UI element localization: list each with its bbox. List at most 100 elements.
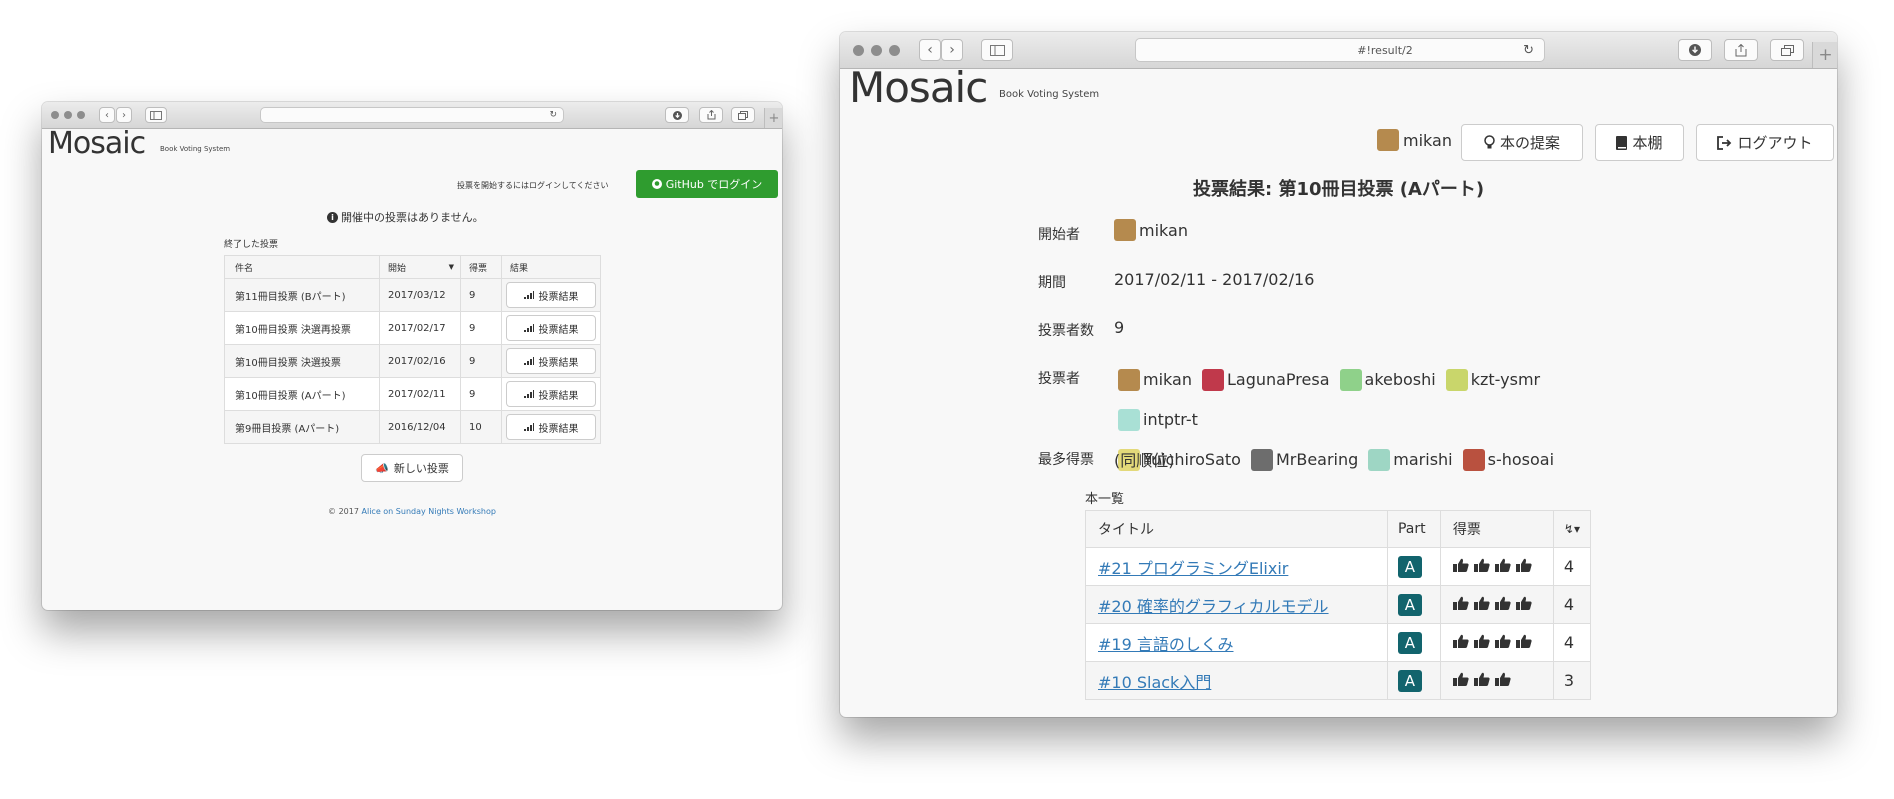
voter-name: mikan (1143, 370, 1192, 389)
thumbs-up-icon (1473, 595, 1490, 614)
finished-label: 終了した投票 (224, 240, 279, 250)
col-header-votes[interactable]: 得票 (460, 255, 502, 279)
voters-label: 投票者 (1038, 371, 1080, 387)
voter-item[interactable]: kzt-ysmr (1445, 363, 1540, 397)
back-icon[interactable]: ‹ (919, 39, 941, 61)
current-user[interactable]: mikan (1377, 129, 1452, 151)
book-icon (1616, 135, 1628, 150)
thumbs-up-icon (1515, 633, 1532, 652)
book-title-link[interactable]: #21 プログラミングElixir (1098, 559, 1288, 578)
thumbs-up-icon (1452, 671, 1469, 690)
lightbulb-icon (1484, 135, 1495, 149)
close-light-icon[interactable] (51, 111, 59, 119)
new-tab-icon[interactable]: + (1812, 42, 1837, 68)
voter-item[interactable]: akeboshi (1339, 363, 1436, 397)
forward-icon[interactable]: › (941, 39, 963, 61)
close-light-icon[interactable] (853, 45, 864, 56)
share-icon[interactable] (1724, 39, 1758, 61)
propose-book-button[interactable]: 本の提案 (1461, 124, 1583, 161)
sidebar-icon[interactable] (145, 107, 167, 123)
megaphone-icon: 📣 (375, 461, 389, 475)
app-logo[interactable]: Mosaic (48, 126, 146, 161)
voter-item[interactable]: mikan (1118, 363, 1192, 397)
voter-name: intptr-t (1143, 410, 1198, 429)
voter-avatar (1118, 369, 1140, 391)
vote-count: 9 (460, 278, 502, 312)
zoom-light-icon[interactable] (889, 45, 900, 56)
voter-item[interactable]: intptr-t (1118, 403, 1198, 437)
new-tab-icon[interactable]: + (764, 108, 782, 128)
voter-avatar (1462, 449, 1485, 471)
forward-icon[interactable]: › (116, 107, 132, 123)
result-button[interactable]: 投票結果 (506, 348, 596, 374)
sidebar-icon[interactable] (981, 39, 1013, 61)
col-header-start[interactable]: 開始 ▼ (379, 255, 461, 279)
vote-name: 第10冊目投票 (Aパート) (224, 377, 380, 411)
voter-name: akeboshi (1364, 370, 1436, 389)
top-value: (同順位) (1114, 451, 1175, 470)
top-label: 最多得票 (1038, 452, 1094, 468)
new-vote-button[interactable]: 📣 新しい投票 (361, 454, 463, 482)
back-icon[interactable]: ‹ (99, 107, 115, 123)
vote-count: 9 (460, 311, 502, 345)
logout-button[interactable]: ログアウト (1696, 124, 1834, 161)
part-badge: A (1397, 593, 1422, 616)
result-button[interactable]: 投票結果 (506, 315, 596, 341)
url-text: #!result/2 (1357, 43, 1413, 57)
bookshelf-button[interactable]: 本棚 (1595, 124, 1684, 161)
voter-item[interactable]: MrBearing (1250, 443, 1359, 477)
address-bar[interactable]: #!result/2 ↻ (1135, 38, 1545, 62)
col-header-title[interactable]: タイトル (1085, 510, 1388, 548)
voter-avatar (1250, 449, 1273, 471)
result-button[interactable]: 投票結果 (506, 414, 596, 440)
sort-icon[interactable]: ↯▾ (1552, 510, 1592, 548)
tabs-icon[interactable] (1770, 39, 1804, 61)
footer-link[interactable]: Alice on Sunday Nights Workshop (362, 507, 496, 516)
voter-name: s-hosoai (1487, 450, 1555, 469)
voter-item[interactable]: marishi (1368, 443, 1453, 477)
voter-avatar (1118, 409, 1140, 431)
minimize-light-icon[interactable] (871, 45, 882, 56)
col-header-votes[interactable]: 得票 (1439, 510, 1554, 548)
voter-item[interactable]: LagunaPresa (1201, 363, 1330, 397)
tabs-icon[interactable] (731, 107, 755, 123)
book-title-link[interactable]: #20 確率的グラフィカルモデル (1098, 597, 1329, 616)
score-value: 4 (1552, 547, 1592, 586)
thumbs-up-icon (1452, 633, 1469, 652)
result-button[interactable]: 投票結果 (506, 381, 596, 407)
thumbs-up-icon (1515, 595, 1532, 614)
address-bar[interactable]: ↻ (260, 107, 564, 123)
voter-item[interactable]: s-hosoai (1462, 443, 1555, 477)
github-login-button[interactable]: GitHub でログイン (636, 170, 778, 198)
result-button[interactable]: 投票結果 (506, 282, 596, 308)
voters-list: mikan LagunaPresa akeboshi kzt-ysmr intptr-t… (1118, 363, 1638, 483)
page-title: 投票結果: 第10冊目投票 (Aパート) (1193, 179, 1485, 200)
share-icon[interactable] (699, 107, 723, 123)
col-header-result[interactable]: 結果 (501, 255, 601, 279)
download-icon[interactable] (665, 107, 689, 123)
book-title-link[interactable]: #19 言語のしくみ (1098, 635, 1234, 654)
thumbs-up-icon (1452, 595, 1469, 614)
voter-avatar (1201, 369, 1224, 391)
bar-chart-icon (523, 357, 534, 365)
left-browser-window: ‹ › ↻ + Mosaic Book Voting System 投票を開始す… (42, 102, 782, 610)
col-header-name[interactable]: 件名 (224, 255, 380, 279)
thumbs-up-icon (1494, 557, 1511, 576)
reload-icon[interactable]: ↻ (549, 110, 557, 120)
thumbs-up-icon (1473, 633, 1490, 652)
zoom-light-icon[interactable] (77, 111, 85, 119)
book-title-link[interactable]: #10 Slack入門 (1098, 673, 1211, 692)
minimize-light-icon[interactable] (64, 111, 72, 119)
table-row: 第9冊目投票 (Aパート) 2016/12/04 10 投票結果 (224, 410, 601, 444)
col-header-part[interactable]: Part (1386, 510, 1441, 548)
reload-icon[interactable]: ↻ (1523, 43, 1534, 58)
period-label: 期間 (1038, 275, 1066, 291)
thumbs-up-icon (1494, 671, 1511, 690)
thumbs-up-icon (1494, 633, 1511, 652)
book-list-label: 本一覧 (1085, 492, 1125, 507)
download-icon[interactable] (1678, 39, 1712, 61)
table-row: 第10冊目投票 (Aパート) 2017/02/11 9 投票結果 (224, 377, 601, 411)
voter-name: MrBearing (1275, 450, 1359, 469)
finished-votes-table: 件名 開始 ▼ 得票 結果 第11冊目投票 (Bパート) 2017/03/12 … (224, 255, 601, 444)
app-logo[interactable]: Mosaic (849, 63, 988, 112)
